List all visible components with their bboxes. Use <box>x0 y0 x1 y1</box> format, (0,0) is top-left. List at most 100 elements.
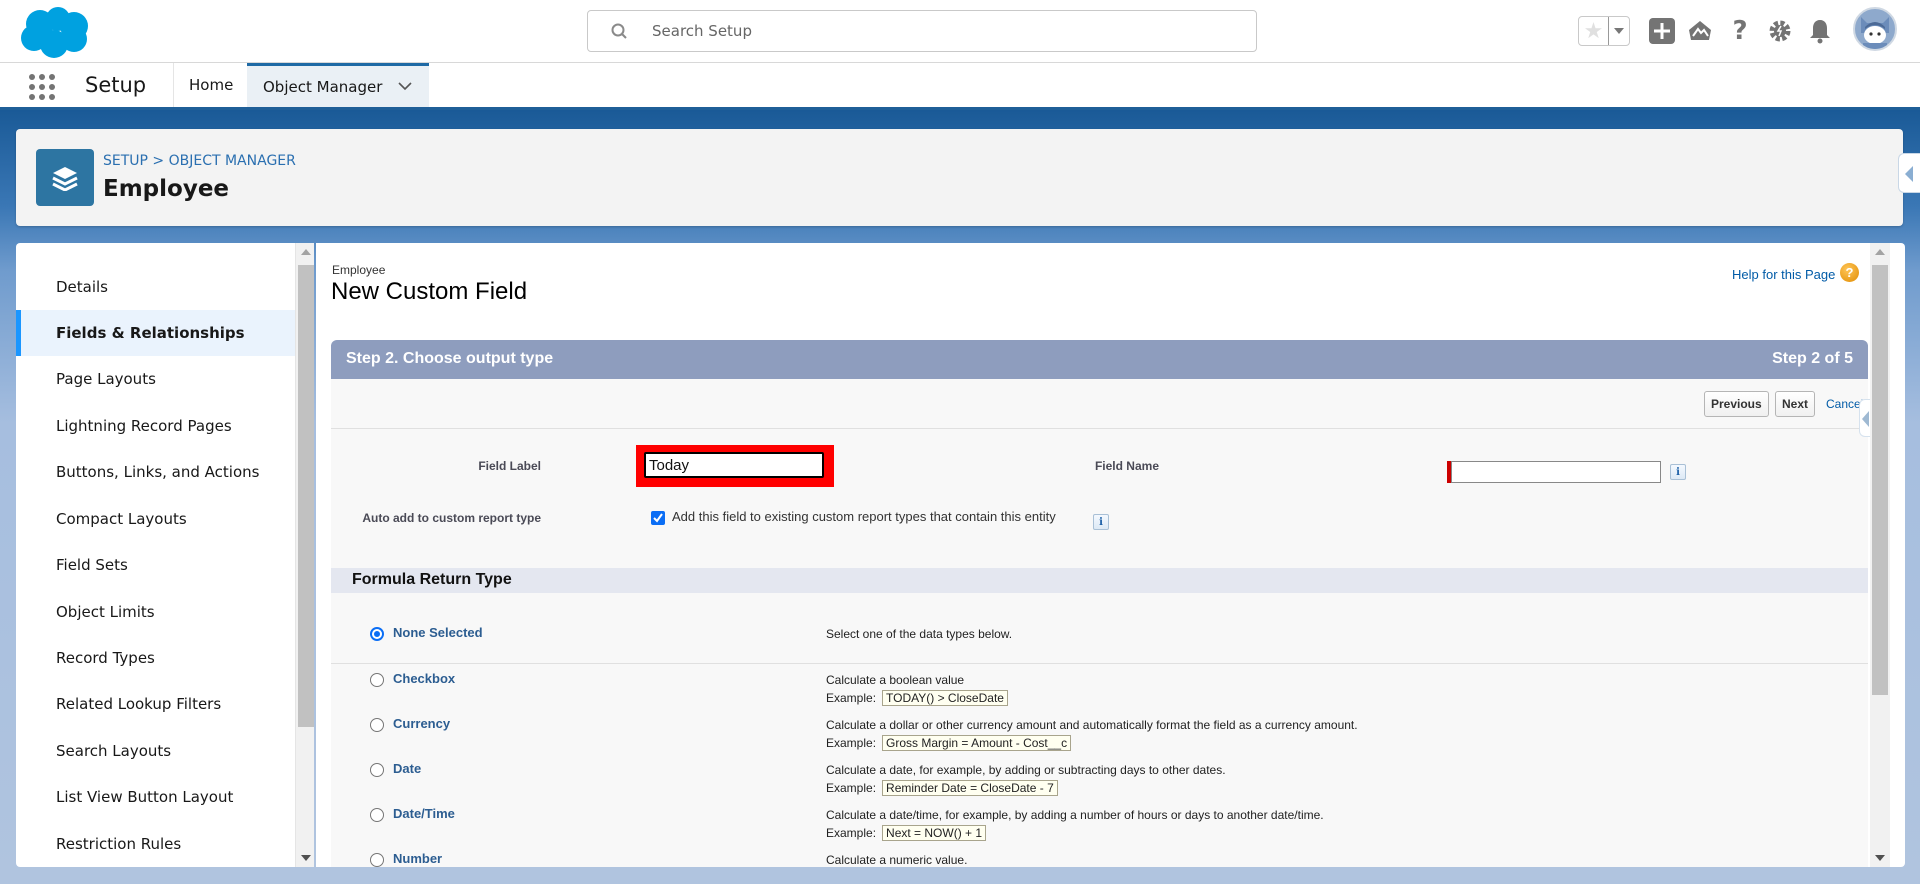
sidebar-item-lightning-record-pages[interactable]: Lightning Record Pages <box>16 403 295 449</box>
radio-checkbox[interactable] <box>370 673 384 687</box>
sidebar-item-details[interactable]: Details <box>16 264 295 310</box>
info-icon[interactable]: i <box>1670 464 1686 480</box>
example-label: Example: <box>826 781 877 795</box>
form-body: Previous Next Cancel Field Label Field N… <box>331 379 1871 867</box>
radio-date-time[interactable] <box>370 808 384 822</box>
chevron-down-icon <box>1614 28 1624 34</box>
breadcrumb[interactable]: SETUP > OBJECT MANAGER <box>103 153 296 169</box>
info-icon[interactable]: i <box>1093 514 1109 530</box>
bell-icon <box>1810 20 1830 44</box>
main-content: Employee New Custom Field Help for this … <box>316 243 1905 867</box>
context-bar: Setup Home Object Manager <box>0 63 1920 110</box>
cancel-link[interactable]: Cancel <box>1826 397 1863 411</box>
option-example: Example: Gross Margin = Amount - Cost__c <box>826 735 1072 751</box>
search-input[interactable] <box>652 19 1232 43</box>
global-actions-button[interactable] <box>1647 16 1677 46</box>
tab-home[interactable]: Home <box>174 63 248 107</box>
option-desc: Select one of the data types below. <box>826 627 1013 641</box>
chevron-down-icon[interactable] <box>397 78 413 94</box>
option-currency[interactable]: Currency <box>393 716 450 731</box>
scroll-up-icon[interactable] <box>1875 249 1885 255</box>
avatar[interactable] <box>1853 7 1897 51</box>
plus-icon <box>1649 18 1675 44</box>
field-name-input[interactable] <box>1451 461 1661 483</box>
example-label: Example: <box>826 736 877 750</box>
auto-add-checkbox[interactable] <box>651 511 665 525</box>
object-icon <box>36 149 94 206</box>
object-header: SETUP > OBJECT MANAGER Employee <box>16 129 1903 226</box>
step-header: Step 2. Choose output type Step 2 of 5 <box>331 340 1868 379</box>
option-none-selected[interactable]: None Selected <box>393 625 483 640</box>
button-row: Previous Next Cancel <box>331 379 1871 437</box>
step-count: Step 2 of 5 <box>1772 350 1853 367</box>
previous-button[interactable]: Previous <box>1704 391 1769 417</box>
salesforce-logo[interactable] <box>18 6 92 58</box>
help-icon: ? <box>1732 16 1748 46</box>
object-title: Employee <box>103 176 230 202</box>
radio-number[interactable] <box>370 853 384 867</box>
scrollbar-thumb[interactable] <box>1872 265 1888 695</box>
example-code: Next = NOW() + 1 <box>882 825 987 841</box>
scroll-down-icon[interactable] <box>1875 855 1885 861</box>
radio-currency[interactable] <box>370 718 384 732</box>
option-date-time[interactable]: Date/Time <box>393 806 455 821</box>
utility-panel-handle[interactable] <box>1898 153 1920 193</box>
example-code: TODAY() > CloseDate <box>882 690 1008 706</box>
favorites-group: ★ <box>1578 16 1630 46</box>
setup-button[interactable] <box>1765 16 1795 46</box>
option-date[interactable]: Date <box>393 761 421 776</box>
field-label-input[interactable] <box>644 452 824 478</box>
sidebar-item-page-layouts[interactable]: Page Layouts <box>16 356 295 402</box>
search-icon <box>611 23 627 39</box>
option-checkbox[interactable]: Checkbox <box>393 671 455 686</box>
notifications-button[interactable] <box>1805 16 1835 46</box>
step-title: Step 2. Choose output type <box>346 350 554 367</box>
sidebar-scrollbar[interactable] <box>295 243 314 867</box>
help-icon[interactable]: ? <box>1840 263 1859 282</box>
option-example: Example: Next = NOW() + 1 <box>826 825 987 841</box>
sidebar-item-restriction-rules[interactable]: Restriction Rules <box>16 821 295 867</box>
radio-date[interactable] <box>370 763 384 777</box>
sidebar-item-compact-layouts[interactable]: Compact Layouts <box>16 496 295 542</box>
option-number[interactable]: Number <box>393 851 442 866</box>
checkmark-icon <box>653 513 663 523</box>
option-desc: Calculate a date, for example, by adding… <box>826 763 1226 777</box>
sidebar-item-field-sets[interactable]: Field Sets <box>16 542 295 588</box>
object-sidebar: Details Fields & Relationships Page Layo… <box>16 243 314 867</box>
chevron-left-icon <box>1905 166 1913 182</box>
sidebar-item-buttons-links-actions[interactable]: Buttons, Links, and Actions <box>16 449 295 495</box>
sidebar-item-record-types[interactable]: Record Types <box>16 635 295 681</box>
page-kicker: Employee <box>332 263 386 277</box>
sidebar-item-object-limits[interactable]: Object Limits <box>16 589 295 635</box>
favorites-dropdown-button[interactable] <box>1609 17 1629 45</box>
help-link[interactable]: Help for this Page <box>1732 267 1835 282</box>
scrollbar-thumb[interactable] <box>298 265 314 727</box>
example-code: Gross Margin = Amount - Cost__c <box>882 735 1072 751</box>
section-formula-return-type: Formula Return Type <box>331 568 1868 593</box>
app-name: Setup <box>85 73 147 97</box>
sidebar-item-related-lookup-filters[interactable]: Related Lookup Filters <box>16 681 295 727</box>
app-launcher-icon[interactable] <box>28 73 56 101</box>
option-example: Example: Reminder Date = CloseDate - 7 <box>826 780 1058 796</box>
scroll-down-icon[interactable] <box>301 855 311 861</box>
sidebar-item-list-view-button-layout[interactable]: List View Button Layout <box>16 774 295 820</box>
sidebar-item-fields-relationships[interactable]: Fields & Relationships <box>16 310 295 356</box>
field-label-label: Field Label <box>478 459 541 473</box>
option-desc: Calculate a dollar or other currency amo… <box>826 718 1358 732</box>
sidebar-item-search-layouts[interactable]: Search Layouts <box>16 728 295 774</box>
tab-object-manager[interactable]: Object Manager <box>247 63 429 107</box>
chevron-left-icon <box>1862 411 1869 427</box>
example-code: Reminder Date = CloseDate - 7 <box>882 780 1058 796</box>
row-divider <box>331 663 1868 664</box>
next-button[interactable]: Next <box>1775 391 1816 417</box>
main-scrollbar[interactable] <box>1870 243 1890 867</box>
option-desc: Calculate a date/time, for example, by a… <box>826 808 1324 822</box>
trailhead-button[interactable] <box>1685 16 1715 46</box>
help-button[interactable]: ? <box>1725 16 1755 46</box>
scroll-up-icon[interactable] <box>301 249 311 255</box>
example-label: Example: <box>826 826 877 840</box>
search-setup[interactable] <box>587 10 1257 52</box>
page-title: New Custom Field <box>331 278 528 305</box>
radio-none-selected[interactable] <box>370 627 384 641</box>
star-icon[interactable]: ★ <box>1579 17 1609 45</box>
